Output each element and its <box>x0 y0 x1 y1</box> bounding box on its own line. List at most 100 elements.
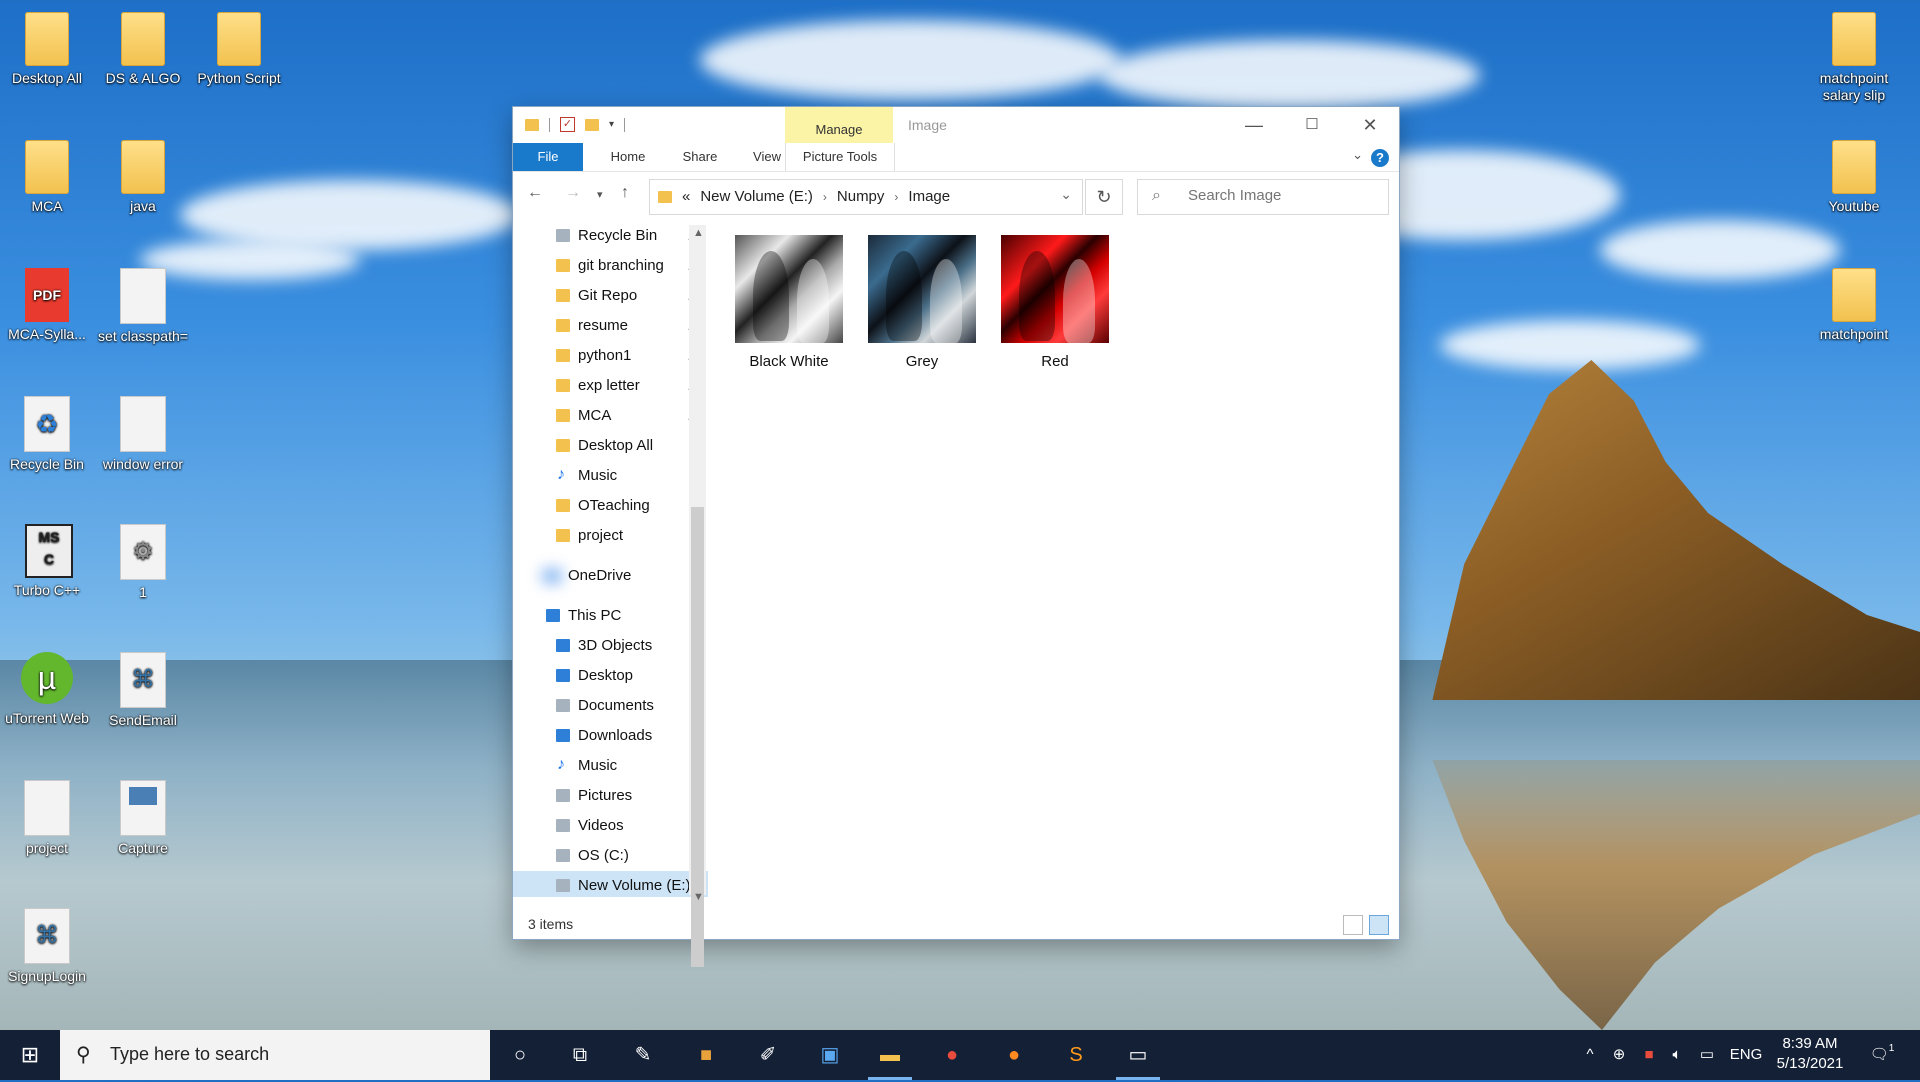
nav-item[interactable]: ♪ Music <box>513 461 708 491</box>
nav-item[interactable]: MCA📌︎ <box>513 401 708 431</box>
up-button[interactable]: ↑ <box>621 184 629 202</box>
nav-item[interactable]: python1📌︎ <box>513 341 708 371</box>
start-button[interactable]: ⊞ <box>0 1030 60 1080</box>
office-icon[interactable]: ■ <box>678 1030 734 1080</box>
folder-icon[interactable] <box>525 118 539 131</box>
desktop-icon-item[interactable]: MS C Turbo C++ <box>2 524 92 599</box>
address-bar[interactable]: « New Volume (E:) › Numpy › Image ⌄ <box>649 179 1083 215</box>
terminal-icon[interactable]: ▭ <box>1110 1030 1166 1080</box>
nav-item[interactable]: git branching📌︎ <box>513 251 708 281</box>
details-view-button[interactable] <box>1343 915 1363 935</box>
nav-item[interactable]: Desktop All <box>513 431 708 461</box>
chevron-down-icon[interactable]: ⌄ <box>1060 186 1072 203</box>
tab-home[interactable]: Home <box>593 143 663 171</box>
desktop-icon-item[interactable]: PDF MCA-Sylla... <box>2 268 92 343</box>
taskbar-search[interactable]: ⚲ Type here to search <box>60 1030 490 1080</box>
file-explorer-icon[interactable]: ▬ <box>862 1030 918 1080</box>
desktop-icon-item[interactable]: Youtube <box>1806 140 1902 215</box>
tab-picture-tools[interactable]: Picture Tools <box>785 143 895 171</box>
desktop-icon-item[interactable]: ♻ Recycle Bin <box>2 396 92 473</box>
show-hidden-icons[interactable]: ^ <box>1578 1030 1602 1080</box>
tab-file[interactable]: File <box>513 143 583 171</box>
nav-item[interactable]: exp letter📌︎ <box>513 371 708 401</box>
tab-share[interactable]: Share <box>665 143 735 171</box>
nav-item[interactable]: resume📌︎ <box>513 311 708 341</box>
refresh-button[interactable]: ↻ <box>1085 179 1123 215</box>
file-item[interactable]: Black White <box>729 235 849 370</box>
photos-icon[interactable]: ▣ <box>802 1030 858 1080</box>
desktop-icon-item[interactable]: ⚙ 1 <box>98 524 188 601</box>
recent-locations-icon[interactable]: ▾ <box>597 188 603 201</box>
nav-item[interactable]: 3D Objects <box>513 631 708 661</box>
desktop-icon-item[interactable]: Capture <box>98 780 188 857</box>
nav-item[interactable]: Documents <box>513 691 708 721</box>
new-folder-icon[interactable] <box>585 118 599 131</box>
desktop-icon-item[interactable]: matchpoint <box>1806 268 1902 343</box>
help-icon[interactable]: ? <box>1371 149 1389 167</box>
search-input[interactable] <box>1186 186 1380 205</box>
nav-item[interactable]: Pictures <box>513 781 708 811</box>
desktop-icon-item[interactable]: ⌘ SignupLogin <box>2 908 92 985</box>
expand-ribbon-icon[interactable]: ⌄ <box>1352 147 1363 163</box>
search-box[interactable]: ⌕ <box>1137 179 1389 215</box>
minimize-button[interactable]: — <box>1225 107 1283 143</box>
desktop-icon-item[interactable]: project <box>2 780 92 857</box>
desktop-icon-item[interactable]: java <box>98 140 188 215</box>
scroll-up-icon[interactable]: ▲ <box>693 227 704 239</box>
nav-item[interactable]: Git Repo📌︎ <box>513 281 708 311</box>
nav-item[interactable]: OTeaching <box>513 491 708 521</box>
nav-item-this-pc[interactable]: This PC <box>513 601 708 631</box>
battery-icon[interactable]: ▭ <box>1694 1030 1720 1080</box>
clock[interactable]: 8:39 AM 5/13/2021 <box>1770 1034 1850 1074</box>
close-button[interactable]: ✕ <box>1341 107 1399 143</box>
desktop-icon-item[interactable]: window error <box>98 396 188 473</box>
cortana-icon[interactable]: ○ <box>492 1030 548 1080</box>
nav-item[interactable]: New Volume (E:) <box>513 871 708 897</box>
scroll-down-icon[interactable]: ▼ <box>693 891 704 903</box>
nav-item[interactable]: Desktop <box>513 661 708 691</box>
breadcrumb-overflow[interactable]: « <box>682 188 690 205</box>
paint-icon[interactable]: ✎ <box>615 1030 671 1080</box>
notification-center-icon[interactable]: 🗨︎1 <box>1862 1030 1902 1080</box>
nav-item[interactable]: ♪ Music <box>513 751 708 781</box>
chevron-right-icon[interactable]: › <box>894 190 898 204</box>
tab-manage[interactable]: Manage <box>785 107 893 143</box>
breadcrumb-numpy[interactable]: Numpy <box>837 188 885 205</box>
breadcrumb-image[interactable]: Image <box>908 188 950 205</box>
volume-icon[interactable]: 🔈︎ <box>1664 1030 1690 1080</box>
nav-item[interactable]: Recycle Bin📌︎ <box>513 221 708 251</box>
desktop-icon-item[interactable]: matchpoint salary slip <box>1806 12 1902 104</box>
notepad-icon[interactable]: ✐ <box>740 1030 796 1080</box>
maximize-button[interactable]: ☐ <box>1283 107 1341 143</box>
file-item[interactable]: Grey <box>862 235 982 370</box>
network-icon[interactable]: ⊕ <box>1606 1030 1632 1080</box>
file-list[interactable]: Black White Grey Red <box>711 219 1399 819</box>
chrome-icon[interactable]: ● <box>924 1030 980 1080</box>
title-bar[interactable]: ✓ ▾ Manage Image — ☐ ✕ <box>513 107 1399 143</box>
task-view-icon[interactable]: ⧉ <box>552 1030 608 1080</box>
customize-qat-icon[interactable]: ▾ <box>609 119 614 130</box>
desktop-icon-item[interactable]: ⌘ SendEmail <box>98 652 188 729</box>
nav-item[interactable]: OS (C:) <box>513 841 708 871</box>
large-icons-view-button[interactable] <box>1369 915 1389 935</box>
nav-item-onedrive[interactable]: OneDrive <box>513 561 708 591</box>
properties-icon[interactable]: ✓ <box>560 117 575 132</box>
chevron-right-icon[interactable]: › <box>823 190 827 204</box>
desktop-icon-item[interactable]: µ uTorrent Web <box>2 652 92 727</box>
file-explorer-window[interactable]: ✓ ▾ Manage Image — ☐ ✕ File Home Share V… <box>513 107 1399 967</box>
sublime-text-icon[interactable]: S <box>1048 1030 1104 1080</box>
language-indicator[interactable]: ENG <box>1726 1030 1766 1080</box>
forward-button[interactable]: → <box>565 184 581 202</box>
nav-item[interactable]: Downloads <box>513 721 708 751</box>
nav-item[interactable]: Videos <box>513 811 708 841</box>
file-item[interactable]: Red <box>995 235 1115 370</box>
desktop-icon-item[interactable]: Desktop All <box>2 12 92 87</box>
desktop-icon-item[interactable]: DS & ALGO <box>98 12 188 87</box>
desktop-icon-item[interactable]: Python Script <box>194 12 284 87</box>
antivirus-icon[interactable]: ■ <box>1636 1030 1662 1080</box>
desktop-icon-item[interactable]: set classpath= <box>98 268 188 345</box>
desktop-icon-item[interactable]: MCA <box>2 140 92 215</box>
nav-item[interactable]: project <box>513 521 708 551</box>
firefox-icon[interactable]: ● <box>986 1030 1042 1080</box>
back-button[interactable]: ← <box>527 184 543 202</box>
